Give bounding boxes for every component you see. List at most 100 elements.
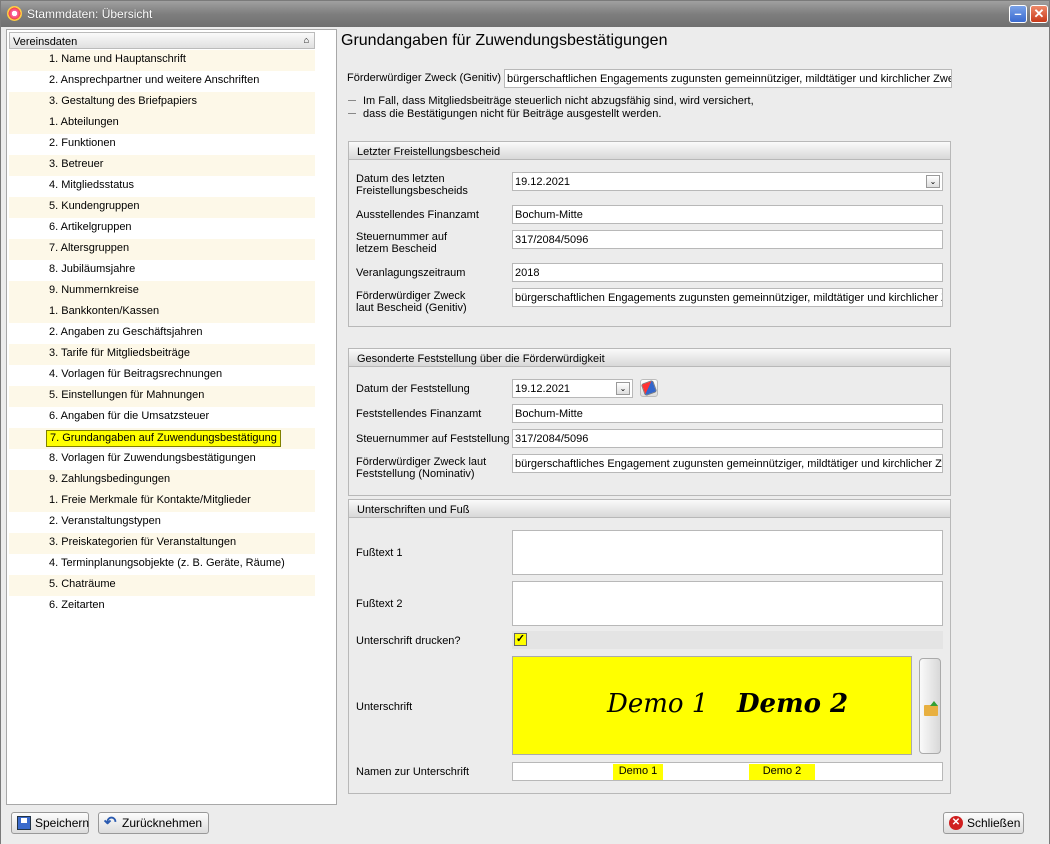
print-signature-checkbox[interactable]: ✓: [514, 633, 527, 646]
feststellung-datum-value: 19.12.2021: [515, 383, 571, 395]
tree-item[interactable]: 6. Zeitarten: [9, 596, 315, 617]
clear-date-button[interactable]: [640, 379, 658, 397]
undo-button[interactable]: ↶ Zurücknehmen: [98, 812, 209, 834]
load-signature-button[interactable]: [919, 658, 941, 754]
fusstext1-label: Fußtext 1: [356, 547, 403, 559]
tree-item[interactable]: 1. Bankkonten/Kassen: [9, 302, 315, 323]
chevron-down-icon[interactable]: ⌄: [926, 175, 940, 188]
tree-item[interactable]: 3. Betreuer: [9, 155, 315, 176]
tree-item-label: 2. Angaben zu Geschäftsjahren: [49, 326, 203, 338]
feststellung-datum-label: Datum der Feststellung: [356, 383, 470, 395]
tree-item-label: 8. Jubiläumsjahre: [49, 263, 136, 275]
tree-item[interactable]: 2. Veranstaltungstypen: [9, 512, 315, 533]
tree-item[interactable]: 6. Artikelgruppen: [9, 218, 315, 239]
pin-icon[interactable]: ⌂: [304, 35, 309, 45]
tree-item[interactable]: 4. Terminplanungsobjekte (z. B. Geräte, …: [9, 554, 315, 575]
tree-item-label: 6. Angaben für die Umsatzsteuer: [49, 410, 210, 422]
steuernummer-input[interactable]: 317/2084/5096: [512, 230, 943, 249]
tree-item[interactable]: 6. Angaben für die Umsatzsteuer: [9, 407, 315, 428]
eraser-icon: [640, 379, 658, 397]
undo-button-label: Zurücknehmen: [122, 816, 203, 830]
tree-item[interactable]: 5. Kundengruppen: [9, 197, 315, 218]
tree-item[interactable]: 1. Abteilungen: [9, 113, 315, 134]
tree-item-label: 3. Tarife für Mitgliedsbeiträge: [49, 347, 191, 359]
zweck-label: Förderwürdiger Zweck (Genitiv): [347, 72, 502, 84]
tree-item[interactable]: 9. Zahlungsbedingungen: [9, 470, 315, 491]
folder-open-icon: [924, 701, 938, 716]
fusstext1-input[interactable]: [512, 530, 943, 575]
tree-item[interactable]: 7. Grundangaben auf Zuwendungsbestätigun…: [9, 428, 315, 449]
signature-names-input[interactable]: Demo 1 Demo 2: [512, 762, 943, 781]
fusstext2-input[interactable]: [512, 581, 943, 626]
close-button[interactable]: ✕ Schließen: [943, 812, 1024, 834]
tree-item[interactable]: 8. Jubiläumsjahre: [9, 260, 315, 281]
bescheid-zweck-label: Förderwürdiger Zweck laut Bescheid (Genit…: [356, 290, 467, 314]
tree-item-label: 4. Mitgliedsstatus: [49, 179, 134, 191]
tree-item[interactable]: 9. Nummernkreise: [9, 281, 315, 302]
steuernummer-label: Steuernummer auf letzem Bescheid: [356, 231, 448, 255]
minimize-button[interactable]: –: [1009, 5, 1027, 23]
tree-item[interactable]: 1. Name und Hauptanschrift: [9, 50, 315, 71]
note-dash: [348, 100, 356, 101]
datum-value: 19.12.2021: [515, 176, 571, 188]
tree-item[interactable]: 4. Vorlagen für Beitragsrechnungen: [9, 365, 315, 386]
bescheid-zweck-input[interactable]: bürgerschaftlichen Engagements zugunsten…: [512, 288, 943, 307]
chevron-down-icon[interactable]: ⌄: [616, 382, 630, 395]
tree-item[interactable]: 2. Ansprechpartner und weitere Anschrift…: [9, 71, 315, 92]
content-panel: Grundangaben für Zuwendungsbestätigungen…: [338, 29, 1049, 805]
datum-label: Datum des letzten Freistellungsbescheids: [356, 173, 468, 197]
signature-2: Demo 2: [737, 689, 849, 719]
tree-item-label: 9. Zahlungsbedingungen: [49, 473, 171, 485]
name-2: Demo 2: [749, 764, 815, 780]
undo-arrow-icon: ↶: [104, 814, 117, 831]
tree-item[interactable]: 1. Freie Merkmale für Kontakte/Mitgliede…: [9, 491, 315, 512]
tree-item-label: 2. Veranstaltungstypen: [49, 515, 161, 527]
signature-names-label: Namen zur Unterschrift: [356, 766, 470, 778]
print-signature-row: ✓: [512, 631, 943, 649]
navigation-panel: Vereinsdaten ⌂ −A) Grunddaten1. Name und…: [6, 29, 337, 805]
name-1: Demo 1: [613, 764, 663, 780]
close-window-button[interactable]: ✕: [1030, 5, 1048, 23]
feststellung-finanzamt-label: Feststellendes Finanzamt: [356, 408, 482, 420]
tree-item-label: 6. Artikelgruppen: [49, 221, 132, 233]
signature-image[interactable]: Demo 1 Demo 2: [512, 656, 912, 755]
tree-item-label: 7. Altersgruppen: [49, 242, 130, 254]
window-title: Stammdaten: Übersicht: [27, 7, 153, 21]
tree-item-label: 3. Gestaltung des Briefpapiers: [49, 95, 197, 107]
veranlagungszeitraum-input[interactable]: 2018: [512, 263, 943, 282]
tree-item[interactable]: 3. Preiskategorien für Veranstaltungen: [9, 533, 315, 554]
finanzamt-input[interactable]: Bochum-Mitte: [512, 205, 943, 224]
save-button[interactable]: Speichern: [11, 812, 89, 834]
feststellung-datum-dropdown[interactable]: 19.12.2021 ⌄: [512, 379, 633, 398]
tree-item-label: 8. Vorlagen für Zuwendungsbestätigungen: [49, 452, 256, 464]
tree-item[interactable]: 3. Gestaltung des Briefpapiers: [9, 92, 315, 113]
tree-item[interactable]: 8. Vorlagen für Zuwendungsbestätigungen: [9, 449, 315, 470]
tree-item[interactable]: 3. Tarife für Mitgliedsbeiträge: [9, 344, 315, 365]
feststellung-finanzamt-input[interactable]: Bochum-Mitte: [512, 404, 943, 423]
finanzamt-label: Ausstellendes Finanzamt: [356, 209, 479, 221]
tree-item-label: 7. Grundangaben auf Zuwendungsbestätigun…: [46, 430, 281, 447]
tree-item[interactable]: 2. Funktionen: [9, 134, 315, 155]
group-feststellung: Gesonderte Feststellung über die Förderw…: [348, 348, 951, 496]
tree-item-label: 5. Kundengruppen: [49, 200, 140, 212]
group-header: Unterschriften und Fuß: [349, 500, 950, 518]
veranlagungszeitraum-label: Veranlagungszeitraum: [356, 267, 466, 279]
tree-item[interactable]: 5. Chaträume: [9, 575, 315, 596]
tree-item-label: 1. Bankkonten/Kassen: [49, 305, 160, 317]
zweck-input[interactable]: bürgerschaftlichen Engagements zugunsten…: [504, 69, 952, 88]
tree-item-label: 5. Chaträume: [49, 578, 116, 590]
tree-item-label: 6. Zeitarten: [49, 599, 105, 611]
tree-item[interactable]: 2. Angaben zu Geschäftsjahren: [9, 323, 315, 344]
tree-item[interactable]: 7. Altersgruppen: [9, 239, 315, 260]
feststellung-zweck-input[interactable]: bürgerschaftliches Engagement zugunsten …: [512, 454, 943, 473]
feststellung-stnr-input[interactable]: 317/2084/5096: [512, 429, 943, 448]
tree-item-label: 2. Ansprechpartner und weitere Anschrift…: [49, 74, 260, 86]
note-line-1: Im Fall, dass Mitgliedsbeiträge steuerli…: [363, 95, 754, 107]
navigation-tree: −A) Grunddaten1. Name und Hauptanschrift…: [9, 50, 315, 617]
group-header: Letzter Freistellungsbescheid: [349, 142, 950, 160]
tree-item[interactable]: 4. Mitgliedsstatus: [9, 176, 315, 197]
group-header: Gesonderte Feststellung über die Förderw…: [349, 349, 950, 367]
app-icon: [7, 6, 22, 21]
tree-item[interactable]: 5. Einstellungen für Mahnungen: [9, 386, 315, 407]
datum-dropdown[interactable]: 19.12.2021 ⌄: [512, 172, 943, 191]
